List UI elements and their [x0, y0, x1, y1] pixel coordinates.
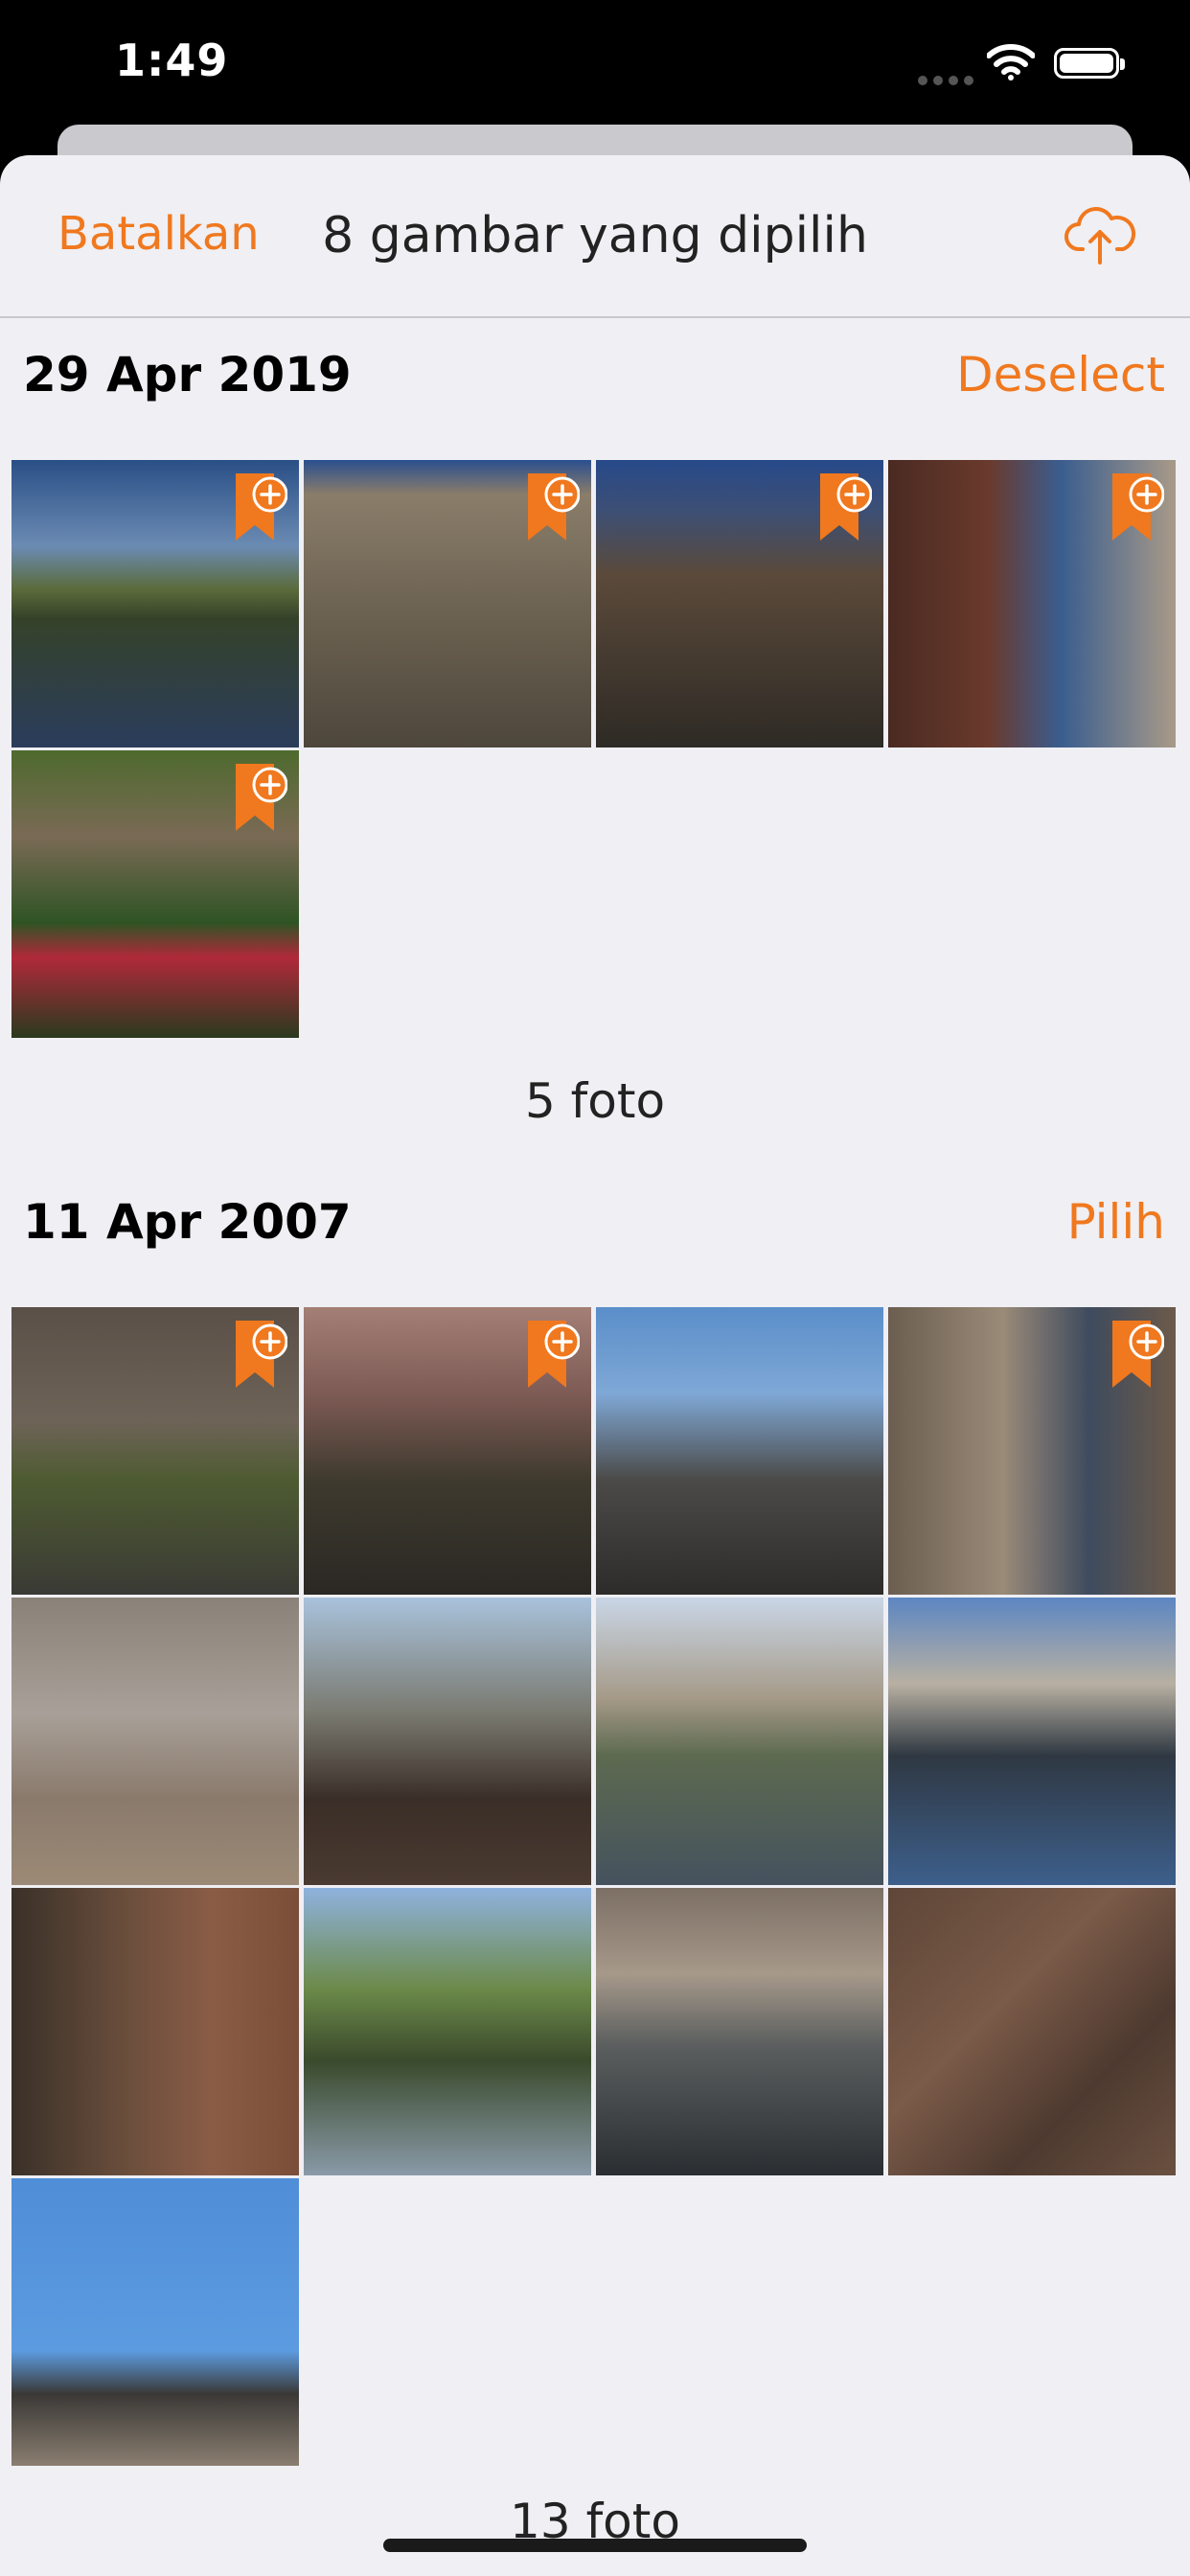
photo-thumbnail[interactable]	[596, 460, 883, 748]
section-date: 11 Apr 2007	[23, 1194, 352, 1250]
home-indicator	[383, 2539, 807, 2552]
section-header: 29 Apr 2019 Deselect	[0, 318, 1190, 424]
status-time: 1:49	[115, 34, 229, 86]
photo-thumbnail[interactable]	[888, 1888, 1176, 2175]
photo-thumbnail[interactable]	[596, 1598, 883, 1885]
section-date: 29 Apr 2019	[23, 347, 352, 402]
selected-bookmark-icon	[820, 473, 873, 540]
selected-bookmark-icon	[1112, 473, 1165, 540]
photo-thumbnail[interactable]	[304, 460, 591, 748]
photo-thumbnail[interactable]	[304, 1307, 591, 1595]
photo-thumbnail[interactable]	[11, 1307, 299, 1595]
photo-thumbnail[interactable]	[888, 460, 1176, 748]
selected-bookmark-icon	[528, 1321, 581, 1388]
page-title: 8 gambar yang dipilih	[322, 207, 868, 264]
photo-thumbnail[interactable]	[11, 1888, 299, 2175]
photo-thumbnail[interactable]	[11, 750, 299, 1038]
photo-thumbnail[interactable]	[11, 460, 299, 748]
wifi-icon	[987, 44, 1035, 80]
photo-count: 5 foto	[524, 1073, 666, 1129]
photo-thumbnail[interactable]	[11, 2178, 299, 2466]
photo-thumbnail[interactable]	[596, 1888, 883, 2175]
selected-bookmark-icon	[236, 473, 288, 540]
photo-thumbnail[interactable]	[304, 1598, 591, 1885]
selected-bookmark-icon	[528, 473, 581, 540]
selected-bookmark-icon	[236, 1321, 288, 1388]
photo-thumbnail[interactable]	[888, 1598, 1176, 1885]
select-all-button[interactable]: Pilih	[1067, 1194, 1165, 1250]
status-bar: 1:49	[0, 0, 1190, 125]
selected-bookmark-icon	[236, 764, 288, 831]
nav-bar: Batalkan 8 gambar yang dipilih	[0, 155, 1190, 318]
section-header: 11 Apr 2007 Pilih	[0, 1165, 1190, 1271]
deselect-button[interactable]: Deselect	[956, 347, 1165, 402]
cloud-upload-icon[interactable]	[1064, 203, 1136, 266]
photo-thumbnail[interactable]	[596, 1307, 883, 1595]
photo-thumbnail[interactable]	[11, 1598, 299, 1885]
photo-thumbnail[interactable]	[888, 1307, 1176, 1595]
battery-icon	[1054, 48, 1125, 79]
selection-sheet: Batalkan 8 gambar yang dipilih 29 Apr 20…	[0, 155, 1190, 2576]
selected-bookmark-icon	[1112, 1321, 1165, 1388]
signal-icon	[918, 71, 979, 89]
photo-thumbnail[interactable]	[304, 1888, 591, 2175]
